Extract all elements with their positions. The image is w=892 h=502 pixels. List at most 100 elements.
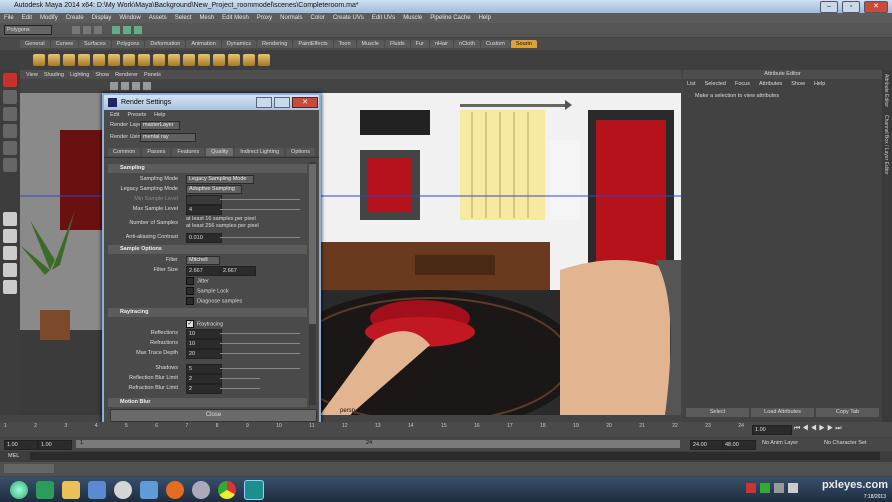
max-sample-slider[interactable] [220,209,300,210]
shelf-tool-icon[interactable] [123,54,135,66]
aa-contrast-slider[interactable] [220,237,300,238]
attribute-menu-item[interactable]: Focus [735,81,750,87]
shelf-tool-icon[interactable] [243,54,255,66]
shelf-tool-icon[interactable] [183,54,195,66]
minimize-button[interactable]: – [820,1,838,13]
refractions-input[interactable]: 10 [186,339,222,349]
tab-common[interactable]: Common [108,148,141,156]
shelf-tab[interactable]: Deformation [145,40,186,48]
panel-menu-item[interactable]: Panels [144,72,161,78]
shelf-tool-icon[interactable] [93,54,105,66]
render-using-dropdown[interactable]: mental ray [140,133,196,142]
aa-contrast-input[interactable]: 0.010 [186,233,222,243]
menu-item[interactable]: Edit Mesh [222,15,249,21]
layout-two-icon[interactable] [3,246,17,260]
lasso-tool-icon[interactable] [3,90,17,104]
menu-item[interactable]: File [4,15,14,21]
panel-menu-item[interactable]: Renderer [115,72,138,78]
shelf-tab[interactable]: nHair [429,40,454,48]
diagnose-checkbox[interactable] [186,297,194,305]
menu-item[interactable]: Color [310,15,324,21]
shelf-tab[interactable]: Polygons [111,40,145,48]
dialog-maximize-button[interactable] [274,97,290,108]
dialog-title-bar[interactable]: Render Settings ✕ [104,95,319,110]
tab-passes[interactable]: Passes [142,148,171,156]
panel-menu-item[interactable]: Lighting [70,72,89,78]
current-frame-input[interactable]: 1.00 [752,425,792,435]
playback-controls[interactable]: ⏮◀◀▶▶⏭ [794,425,844,433]
max-trace-depth-input[interactable]: 20 [186,349,222,359]
close-button[interactable]: ✕ [864,1,888,13]
move-tool-icon[interactable] [3,124,17,138]
menu-item[interactable]: Select [175,15,192,21]
shelf-tab[interactable]: Toon [333,40,356,48]
layout-outliner-icon[interactable] [3,263,17,277]
panel-menu-item[interactable]: Show [95,72,109,78]
reflections-slider[interactable] [220,333,300,334]
shelf-tool-icon[interactable] [138,54,150,66]
shelf-tab[interactable]: Animation [186,40,221,48]
media-icon[interactable] [88,480,106,499]
anim-layer-label[interactable]: No Anim Layer [762,440,798,446]
range-inner-end-input[interactable]: 24.00 [690,440,724,450]
shelf-tab[interactable]: PaintEffects [293,40,333,48]
menu-item[interactable]: Normals [280,15,302,21]
select-tool-icon[interactable] [3,73,17,87]
raytracing-checkbox[interactable]: ✓ [186,320,194,328]
layout-four-icon[interactable] [3,229,17,243]
sample-lock-checkbox[interactable] [186,287,194,295]
command-input[interactable] [30,452,880,460]
panel-menu-item[interactable]: Shading [44,72,64,78]
dialog-minimize-button[interactable] [256,97,272,108]
layout-single-icon[interactable] [3,212,17,226]
reflections-input[interactable]: 10 [186,329,222,339]
close-dialog-button[interactable]: Close [110,409,317,422]
maya-taskbar-icon[interactable] [244,479,264,500]
shelf-tab[interactable]: Muscle [356,40,384,48]
tab-features[interactable]: Features [172,148,205,156]
shelf-tab[interactable]: General [20,40,50,48]
shelf-tool-icon[interactable] [63,54,75,66]
utorrent-icon[interactable] [36,480,54,499]
filter-dropdown[interactable]: Mitchell [186,256,220,265]
channel-box-side-tab[interactable]: Channel Box / Layer Editor [883,115,889,175]
max-trace-depth-slider[interactable] [220,353,300,354]
refraction-blur-input[interactable]: 2 [186,384,222,394]
shelf-tab[interactable]: Dynamics [221,40,256,48]
sampling-mode-dropdown[interactable]: Legacy Sampling Mode [186,175,254,184]
shelf-tab[interactable]: Fur [410,40,429,48]
menu-item[interactable]: Pipeline Cache [430,15,470,21]
menu-item[interactable]: Muscle [403,15,422,21]
shelf-tab[interactable]: nCloth [454,40,480,48]
scale-tool-icon[interactable] [3,158,17,172]
range-start-input[interactable]: 1.00 [4,440,38,450]
shadows-input[interactable]: 5 [186,364,222,374]
tab-options[interactable]: Options [286,148,316,156]
menu-item[interactable]: Edit UVs [372,15,395,21]
firefox-icon[interactable] [166,480,184,499]
jitter-checkbox[interactable] [186,277,194,285]
shelf-tool-icon[interactable] [258,54,270,66]
shelf-tab[interactable]: Custom [480,40,510,48]
rotate-tool-icon[interactable] [3,141,17,155]
menu-item[interactable]: Modify [40,15,58,21]
shelf-tool-icon[interactable] [108,54,120,66]
attribute-menu-item[interactable]: List [687,81,696,87]
maximize-button[interactable]: ▫ [842,1,860,13]
dialog-menu-item[interactable]: Help [154,112,165,118]
tab-quality[interactable]: Quality [206,148,234,156]
mode-selector[interactable]: Polygons [4,25,52,35]
max-sample-input[interactable]: 4 [186,205,222,215]
shelf-tool-icon[interactable] [228,54,240,66]
ie-icon[interactable] [140,480,158,499]
menu-item[interactable]: Edit [22,15,32,21]
chrome-icon[interactable] [218,480,236,499]
menu-item[interactable]: Create [66,15,84,21]
attribute-menu-item[interactable]: Help [814,81,825,87]
reflection-blur-slider[interactable] [220,378,260,379]
eye-app-icon[interactable] [114,480,132,499]
dialog-menu-item[interactable]: Edit [110,112,119,118]
raytracing-section-header[interactable]: Raytracing [108,308,307,317]
menu-item[interactable]: Display [92,15,112,21]
range-inner-start-input[interactable]: 1.00 [38,440,72,450]
